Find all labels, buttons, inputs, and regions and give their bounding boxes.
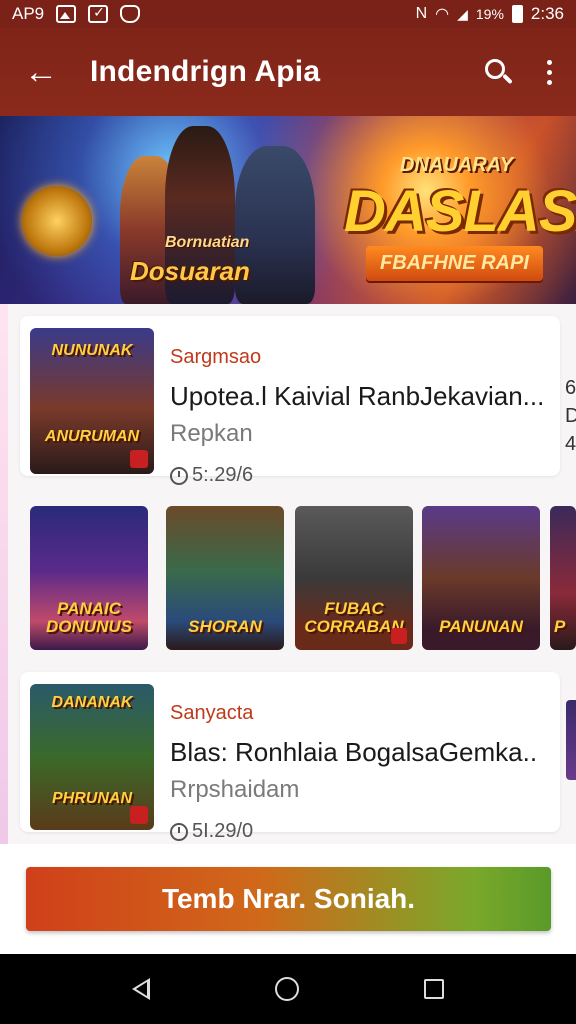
item-subtitle: Rrpshaidam [170, 776, 300, 803]
arrow-left-icon[interactable]: ← [24, 55, 68, 89]
item-time: 5I.29/0 [170, 820, 537, 843]
game-tile[interactable]: FUBAC CORRABAN [295, 506, 413, 650]
peek-card [566, 700, 576, 780]
primary-action-button[interactable]: Temb Nrar. Soniah. [26, 867, 551, 931]
thumb-logo-top: NUNUNAK [51, 342, 133, 359]
badge-icon [130, 450, 148, 468]
shield-icon [120, 5, 141, 23]
clock-time: 2:36 [530, 4, 564, 23]
item-category: Sargmsao [170, 346, 262, 368]
peek-line: D [565, 405, 576, 427]
game-tile[interactable]: SHORAN [166, 506, 284, 650]
photo-icon [56, 5, 77, 23]
status-left: AP9 [12, 4, 141, 24]
game-thumbnail: NUNUNAK ANURUMAN [30, 328, 154, 474]
search-icon[interactable] [483, 57, 513, 87]
tile-label: PANAIC DONUNUS [46, 599, 132, 636]
list-item[interactable]: NUNUNAK ANURUMAN Sargmsao Upotea.l Kaivi… [20, 316, 560, 486]
nav-home-icon[interactable] [274, 977, 299, 1001]
peek-line: 6 [565, 377, 576, 399]
thumb-logo-top: DANANAK [51, 694, 133, 711]
thumb-logo-bottom: ANURUMAN [44, 428, 140, 445]
signal-icon: ◢ [457, 5, 468, 22]
badge-icon [391, 628, 407, 644]
item-time-value: 5I.29/0 [192, 820, 254, 842]
item-subtitle: Repkan [170, 420, 253, 447]
banner-left-title: Dosuaran [130, 256, 250, 286]
carrier-label: AP9 [12, 4, 45, 23]
clock-icon [170, 822, 188, 841]
badge-icon [130, 806, 148, 824]
clock-icon [170, 466, 188, 485]
banner-right-title: DASLASA [344, 179, 576, 244]
game-tile[interactable]: PANUNAN [422, 506, 540, 650]
tile-label: P [554, 617, 566, 636]
game-tile-row: PANAIC DONUNUS SHORAN FUBAC CORRABAN PAN… [30, 506, 576, 652]
tile-label: SHORAN [188, 617, 262, 636]
app-bar-actions [483, 57, 552, 87]
banner-left-subtitle: Bornuatian [165, 234, 250, 251]
app-bar: ← Indendrign Apia [0, 28, 576, 116]
page-title: Indendrign Apia [90, 55, 321, 88]
banner-right-kicker: DNAUARAY [400, 154, 513, 176]
item-time-value: 5:.29/6 [192, 464, 254, 486]
tile-label: PANUNAN [439, 617, 523, 636]
feed: NUNUNAK ANURUMAN Sargmsao Upotea.l Kaivi… [0, 304, 576, 844]
item-title: Blas: Ronhlaia BogalsaGemka.. [170, 737, 538, 767]
game-tile[interactable]: PANAIC DONUNUS [30, 506, 148, 650]
item-category: Sanyacta [170, 702, 254, 724]
status-bar: AP9 N ◠ ◢ 19% 2:36 [0, 0, 576, 28]
nav-back-icon[interactable] [132, 978, 151, 1000]
battery-icon [511, 5, 523, 23]
item-meta: Sargmsao Upotea.l Kaivial RanbJekavian..… [170, 346, 544, 487]
list-item[interactable]: DANANAK PHRUNAN Sanyacta Blas: Ronhlaia … [20, 672, 560, 842]
mail-icon [88, 4, 109, 23]
cta-area: Temb Nrar. Soniah. [0, 844, 576, 954]
game-tile[interactable]: P [550, 506, 576, 650]
promo-banner[interactable]: Bornuatian Dosuaran DNAUARAY DASLASA FBA… [0, 116, 576, 304]
game-thumbnail: DANANAK PHRUNAN [30, 684, 154, 830]
peek-card-text: 6 D 4 [565, 374, 576, 458]
emblem-icon [22, 186, 92, 256]
banner-ribbon: FBAFHNE RAPI [366, 246, 543, 281]
item-time: 5:.29/6 [170, 464, 544, 487]
battery-percent: 19% [475, 6, 504, 22]
nav-recent-icon[interactable] [423, 979, 444, 999]
item-meta: Sanyacta Blas: Ronhlaia BogalsaGemka.. R… [170, 702, 537, 843]
nfc-icon: N [415, 5, 428, 22]
wifi-icon: ◠ [435, 6, 450, 23]
peek-line: 4 [565, 433, 576, 455]
item-title: Upotea.l Kaivial RanbJekavian... [170, 381, 545, 411]
status-right: N ◠ ◢ 19% 2:36 [416, 4, 564, 24]
more-vert-icon[interactable] [547, 59, 552, 85]
system-nav-bar [0, 954, 576, 1024]
